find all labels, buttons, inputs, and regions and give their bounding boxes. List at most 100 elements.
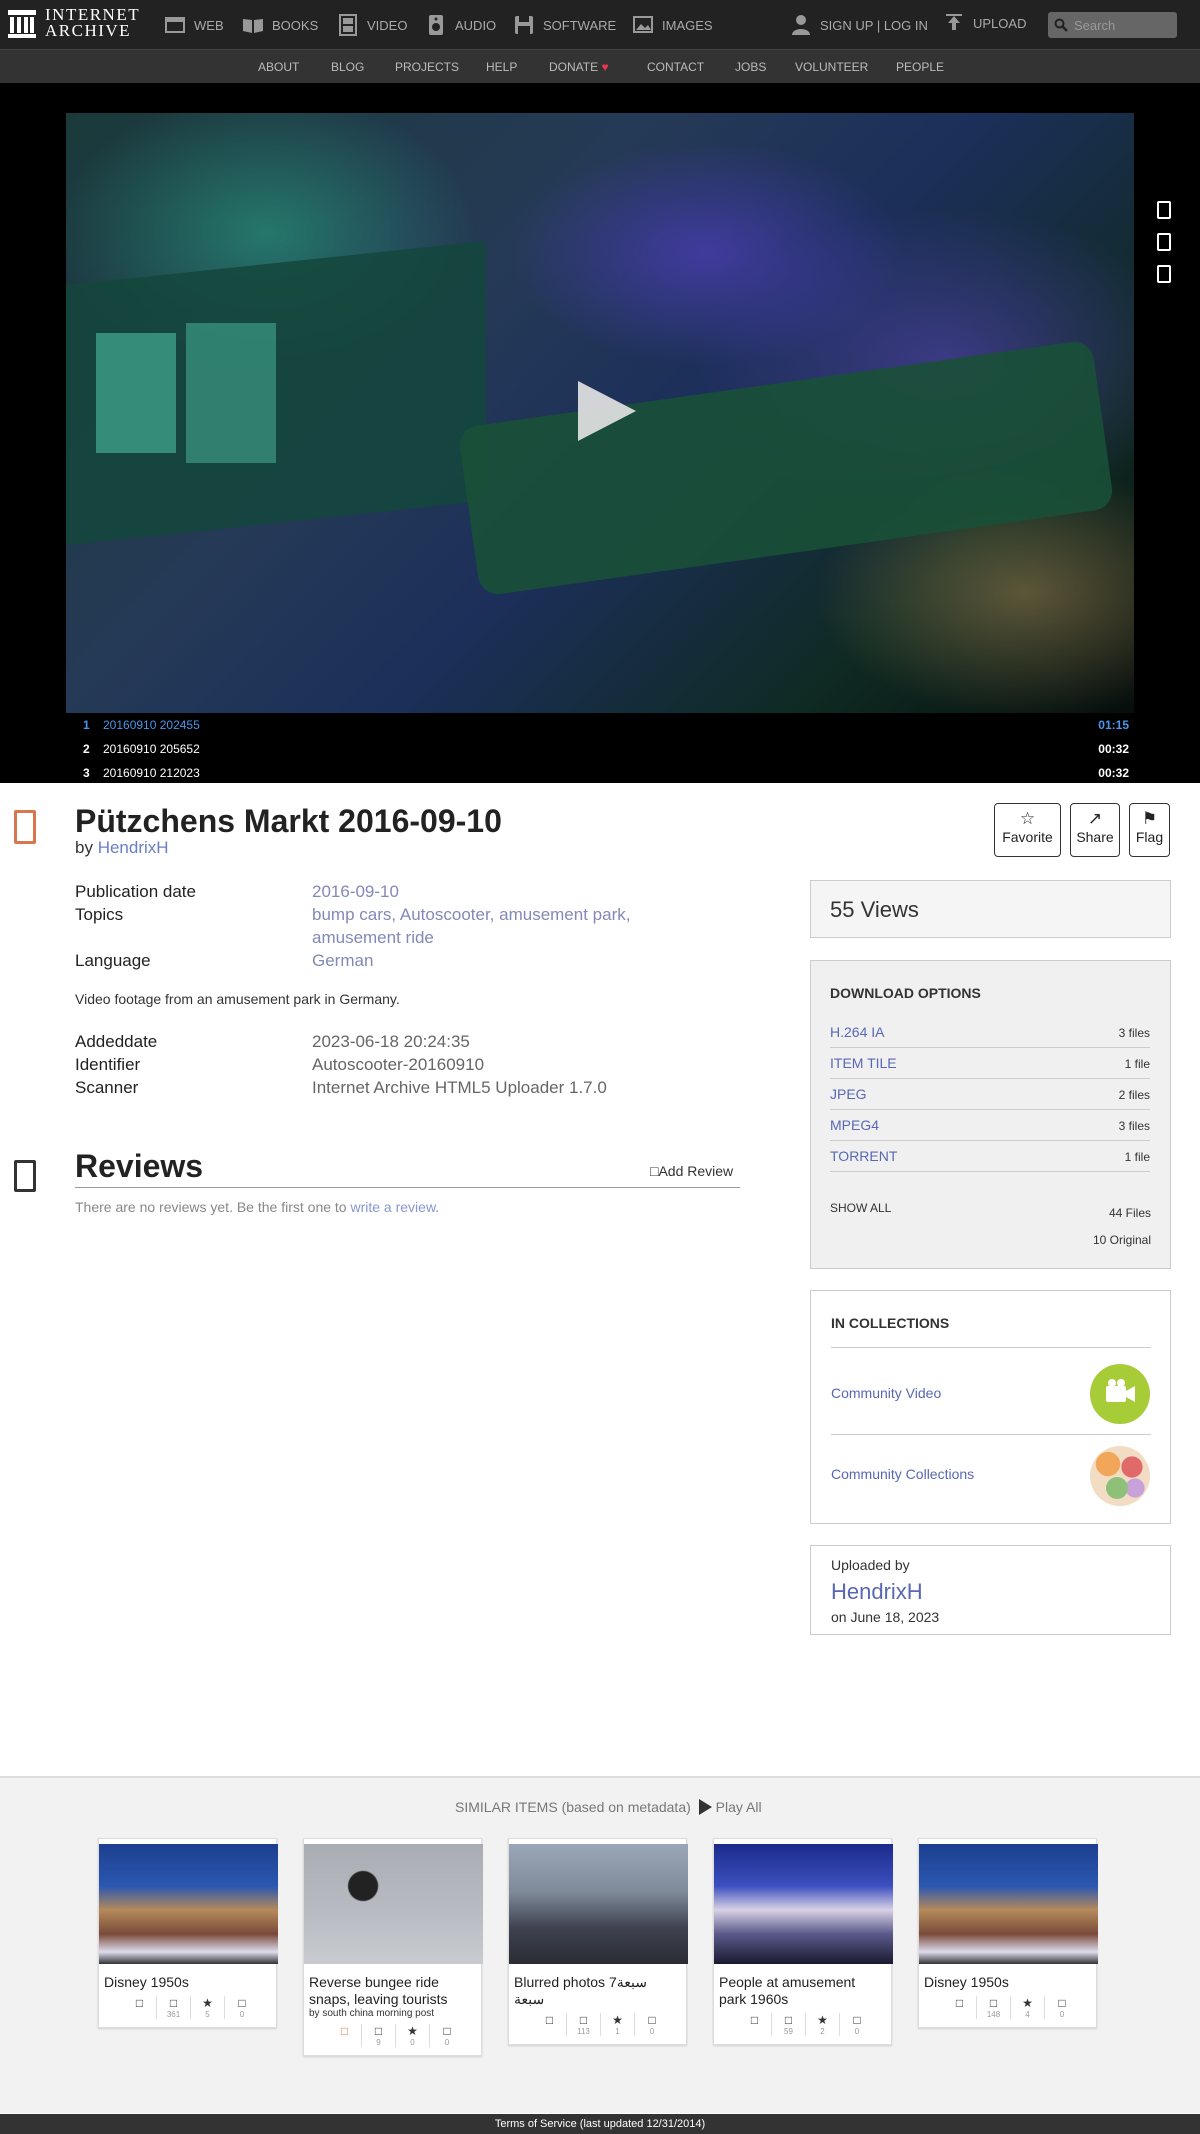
show-all-button[interactable]: SHOW ALL: [830, 1201, 891, 1215]
item-thumbnail[interactable]: [714, 1844, 893, 1964]
add-review-label: Add Review: [658, 1163, 734, 1179]
playlist: 1 20160910 202455 01:15 2 20160910 20565…: [0, 713, 1200, 783]
download-format-row[interactable]: JPEG 2 files: [830, 1079, 1150, 1110]
video-player[interactable]: [66, 113, 1134, 713]
format-name[interactable]: JPEG: [830, 1086, 867, 1102]
author-link[interactable]: HendrixH: [98, 838, 169, 857]
embed-icon[interactable]: [1157, 233, 1171, 251]
movie-media-icon: [14, 810, 36, 844]
format-name[interactable]: ITEM TILE: [830, 1055, 897, 1071]
nav-images[interactable]: IMAGES: [632, 12, 713, 38]
reviews-count: 0: [1059, 2010, 1065, 2019]
item-title[interactable]: Blurred photos 7سبعة سبعة: [509, 1964, 686, 2008]
topic-link[interactable]: amusement park: [499, 905, 626, 924]
collections-box: IN COLLECTIONS Community Video Community…: [810, 1290, 1171, 1524]
item-title[interactable]: People at amusement park 1960s: [714, 1964, 891, 2008]
favorites-count: 2: [820, 2027, 825, 2036]
community-collections-thumbnail[interactable]: [1090, 1446, 1150, 1506]
favorites-count: 1: [615, 2027, 620, 2036]
subnav-jobs[interactable]: JOBS: [735, 60, 766, 74]
similar-item-tile[interactable]: Disney 1950s □ □ 361 ★ 5 □ 0: [98, 1838, 278, 2028]
similar-item-tile[interactable]: Reverse bungee ride snaps, leaving touri…: [303, 1838, 483, 2056]
share-button[interactable]: ↗ Share: [1070, 803, 1120, 857]
format-name[interactable]: H.264 IA: [830, 1024, 884, 1040]
download-format-row[interactable]: TORRENT 1 file: [830, 1141, 1150, 1172]
item-thumbnail[interactable]: [509, 1844, 688, 1964]
format-name[interactable]: MPEG4: [830, 1117, 879, 1133]
play-icon[interactable]: [578, 381, 636, 441]
collection-link[interactable]: Community Collections: [831, 1466, 974, 1482]
nav-video[interactable]: VIDEO: [337, 12, 407, 38]
collection-link[interactable]: Community Video: [831, 1385, 941, 1401]
community-video-thumbnail[interactable]: [1090, 1364, 1150, 1424]
download-options-box: DOWNLOAD OPTIONS H.264 IA 3 files ITEM TI…: [810, 960, 1171, 1269]
star-icon: ★: [1022, 1996, 1033, 2010]
media-type-icon: □: [738, 2013, 772, 2036]
item-title[interactable]: Reverse bungee ride snaps, leaving touri…: [304, 1964, 481, 2008]
download-format-row[interactable]: MPEG4 3 files: [830, 1110, 1150, 1141]
scanner-value: Internet Archive HTML5 Uploader 1.7.0: [312, 1078, 607, 1097]
language-value[interactable]: German: [312, 951, 373, 970]
favorites-count: 4: [1025, 2010, 1030, 2019]
subnav-blog[interactable]: BLOG: [331, 60, 364, 74]
download-format-row[interactable]: ITEM TILE 1 file: [830, 1048, 1150, 1079]
views-stat: □ 148: [977, 1996, 1011, 2019]
subnav-help[interactable]: HELP: [486, 60, 517, 74]
nav-web[interactable]: WEB: [164, 12, 224, 38]
topic-link[interactable]: Autoscooter: [400, 905, 490, 924]
topic-link[interactable]: bump cars: [312, 905, 391, 924]
upload-link[interactable]: UPLOAD: [943, 10, 1026, 36]
subnav-people[interactable]: PEOPLE: [896, 60, 944, 74]
uploader-link[interactable]: HendrixH: [831, 1579, 923, 1605]
item-thumbnail[interactable]: [919, 1844, 1098, 1964]
flag-button[interactable]: ⚑ Flag: [1129, 803, 1170, 857]
subnav-projects[interactable]: PROJECTS: [395, 60, 459, 74]
item-thumbnail[interactable]: [99, 1844, 278, 1964]
star-icon: ★: [407, 2024, 418, 2038]
reviews-count: 0: [239, 2010, 245, 2019]
expand-icon[interactable]: [1157, 201, 1171, 219]
similar-item-tile[interactable]: Blurred photos 7سبعة سبعة □ □ 113 ★ 1 □ 0: [508, 1838, 688, 2045]
signup-login-link[interactable]: SIGN UP | LOG IN: [790, 12, 928, 38]
nav-books[interactable]: BOOKS: [242, 12, 318, 38]
info-icon[interactable]: [1157, 265, 1171, 283]
star-icon: ☆: [1019, 809, 1036, 828]
subnav-about[interactable]: ABOUT: [258, 60, 299, 74]
playlist-item[interactable]: 2 20160910 205652 00:32: [0, 737, 1200, 761]
item-thumbnail[interactable]: [304, 1844, 483, 1964]
terms-of-service-link[interactable]: Terms of Service (last updated 12/31/201…: [495, 2118, 705, 2130]
download-format-row[interactable]: H.264 IA 3 files: [830, 1017, 1150, 1048]
similar-items-title: SIMILAR ITEMS (based on metadata): [455, 1799, 691, 1815]
search-input[interactable]: Search: [1048, 12, 1177, 38]
similar-item-tile[interactable]: People at amusement park 1960s □ □ 59 ★ 2 …: [713, 1838, 893, 2045]
subnav-volunteer[interactable]: VOLUNTEER: [795, 60, 868, 74]
nav-audio[interactable]: AUDIO: [425, 12, 496, 38]
favorite-button[interactable]: ☆ Favorite: [994, 803, 1061, 857]
format-name[interactable]: TORRENT: [830, 1148, 897, 1164]
play-all-button[interactable]: Play All: [695, 1799, 762, 1815]
nav-software[interactable]: SOFTWARE: [513, 12, 616, 38]
upload-icon: [946, 14, 962, 30]
star-icon: ★: [612, 2013, 623, 2027]
upload-label: UPLOAD: [973, 15, 1027, 31]
theater-side-icons: [1157, 201, 1171, 297]
item-title[interactable]: Disney 1950s: [919, 1964, 1096, 1991]
reviews-count: 0: [649, 2027, 655, 2036]
upload-date: on June 18, 2023: [831, 1609, 940, 1625]
topic-link[interactable]: amusement ride: [312, 928, 434, 947]
playlist-item[interactable]: 3 20160910 212023 00:32: [0, 761, 1200, 783]
similar-item-tile[interactable]: Disney 1950s □ □ 148 ★ 4 □ 0: [918, 1838, 1098, 2028]
add-review-button[interactable]: □Add Review: [650, 1163, 733, 1179]
item-title[interactable]: Disney 1950s: [99, 1964, 276, 1991]
addeddate-value: 2023-06-18 20:24:35: [312, 1032, 470, 1051]
similar-items-heading: SIMILAR ITEMS (based on metadata) Play A…: [455, 1799, 762, 1815]
subnav-donate[interactable]: DONATE ♥: [549, 60, 609, 74]
subnav-contact[interactable]: CONTACT: [647, 60, 704, 74]
internet-archive-logo[interactable]: INTERNET ARCHIVE: [8, 6, 140, 39]
by-label: by: [75, 838, 93, 857]
web-icon: [165, 17, 185, 33]
pubdate-value[interactable]: 2016-09-10: [312, 882, 399, 901]
secondary-nav: ABOUT BLOG PROJECTS HELP DONATE ♥ CONTAC…: [0, 49, 1200, 83]
playlist-item[interactable]: 1 20160910 202455 01:15: [0, 713, 1200, 737]
write-review-link[interactable]: write a review: [350, 1199, 435, 1215]
